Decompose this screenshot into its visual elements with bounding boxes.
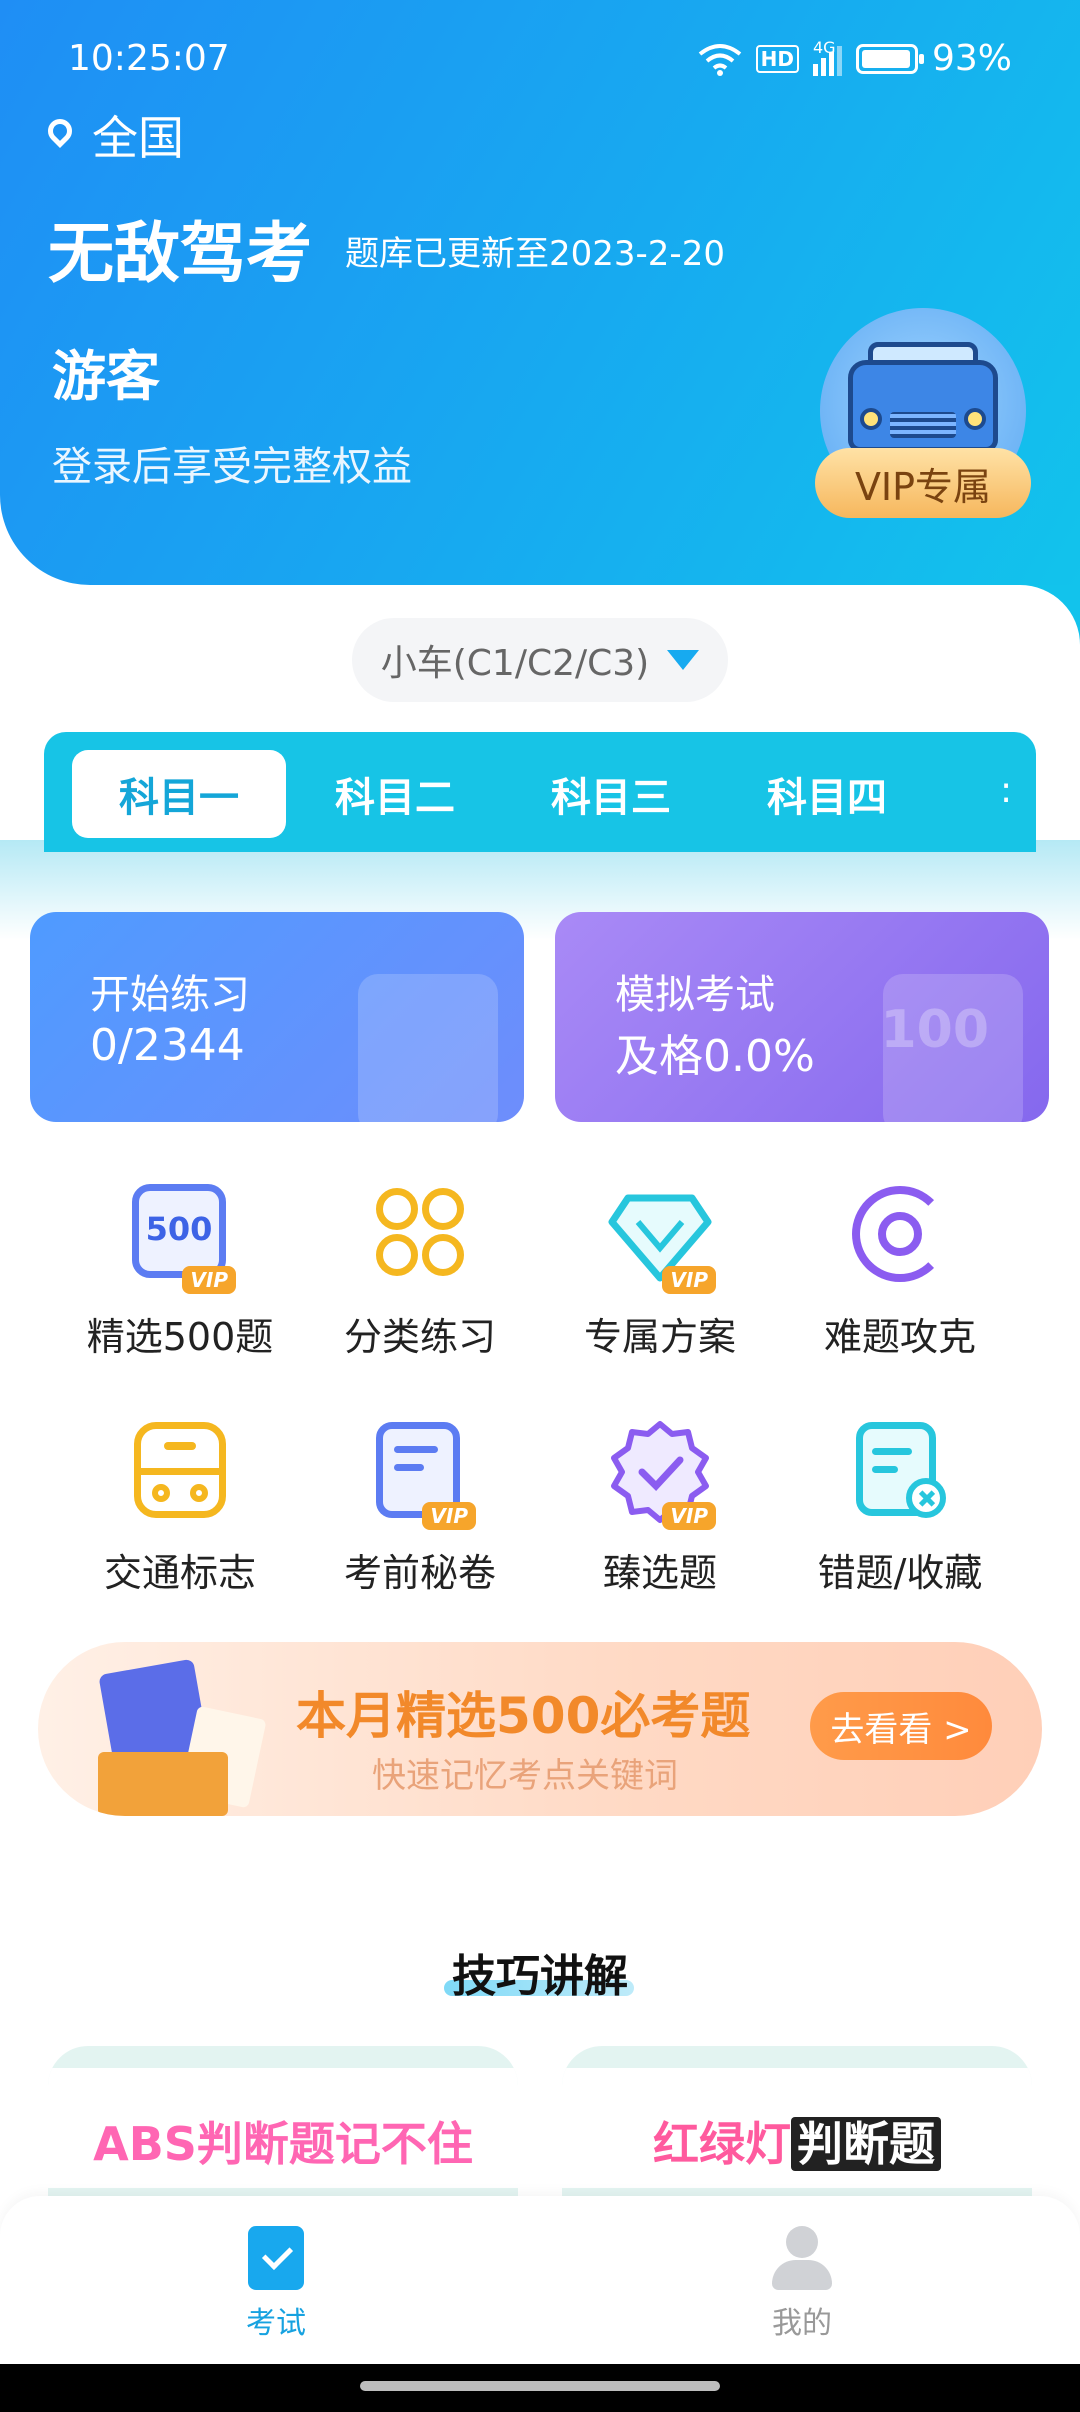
- mock-title: 模拟考试: [615, 972, 775, 1018]
- status-time: 10:25:07: [68, 38, 230, 79]
- tab-more-indicator[interactable]: :: [1000, 770, 1012, 811]
- nav-mine[interactable]: 我的: [702, 2226, 902, 2342]
- mock-pass-rate: 及格0.0%: [615, 1031, 815, 1082]
- start-practice-card[interactable]: 开始练习 0/2344: [30, 912, 524, 1122]
- grid-label: 精选500题: [86, 1315, 274, 1359]
- home-indicator[interactable]: [360, 2381, 720, 2391]
- nav-exam[interactable]: 考试: [176, 2226, 376, 2342]
- tip-card-title: 红绿灯: [653, 2117, 791, 2171]
- signal-icon: 4G: [812, 38, 842, 76]
- grid-label: 考前秘卷: [343, 1551, 496, 1595]
- target-icon: [848, 1184, 952, 1288]
- guest-name[interactable]: 游客: [52, 332, 160, 411]
- question-bank-update: 题库已更新至2023-2-20: [345, 234, 725, 274]
- vip-chip: VIP: [422, 1502, 476, 1530]
- tab-subject-3[interactable]: 科目三: [504, 750, 718, 838]
- banner-go-button[interactable]: 去看看 >: [810, 1692, 992, 1760]
- bottom-navigation: [0, 2196, 1080, 2364]
- promo-banner[interactable]: 本月精选500必考题 快速记忆考点关键词 去看看 >: [38, 1642, 1042, 1816]
- status-bar: 10:25:07 HD 4G 93%: [68, 38, 1012, 88]
- traffic-sign-icon: [128, 1420, 232, 1524]
- hd-icon: HD: [755, 44, 799, 73]
- grid-label: 专属方案: [583, 1315, 736, 1359]
- grid-hard-questions[interactable]: 难题攻克: [780, 1184, 1020, 1361]
- vip-chip: VIP: [662, 1266, 716, 1294]
- tab-subject-2[interactable]: 科目二: [288, 750, 502, 838]
- banner-title: 本月精选500必考题: [296, 1687, 751, 1745]
- verified-badge-icon: VIP: [608, 1420, 716, 1530]
- wrong-questions-icon: [848, 1420, 952, 1524]
- grid-label: 交通标志: [103, 1551, 256, 1595]
- category-icon: [368, 1184, 472, 1288]
- status-icons: HD 4G 93%: [698, 38, 1012, 79]
- grid-traffic-signs[interactable]: 交通标志: [60, 1420, 300, 1597]
- app-title: 无敌驾考: [48, 215, 312, 292]
- grid-label: 臻选题: [602, 1551, 717, 1595]
- grid-exclusive-plan[interactable]: VIP 专属方案: [540, 1184, 780, 1361]
- mock-exam-card[interactable]: 模拟考试 及格0.0% 100: [555, 912, 1049, 1122]
- vip-exclusive-button[interactable]: VIP专属: [815, 448, 1031, 518]
- grid-label: 难题攻克: [823, 1315, 976, 1359]
- exam-icon: [248, 2226, 304, 2290]
- network-type-label: 4G: [812, 37, 836, 57]
- grid-secret-paper[interactable]: VIP 考前秘卷: [300, 1420, 540, 1597]
- location-pin-icon: [48, 119, 72, 151]
- login-tip[interactable]: 登录后享受完整权益: [52, 434, 412, 492]
- car-type-selector[interactable]: 小车(C1/C2/C3): [352, 618, 728, 702]
- nav-mine-label: 我的: [772, 2306, 832, 2341]
- tab-subject-4[interactable]: 科目四: [720, 750, 934, 838]
- box-icon: [98, 1752, 228, 1816]
- tab-subject-1[interactable]: 科目一: [72, 750, 286, 838]
- tips-section-title: 技巧讲解: [452, 1951, 628, 2002]
- tip-card-title: ABS判断题记不住: [93, 2117, 473, 2171]
- diamond-icon: VIP: [608, 1184, 716, 1294]
- vip-chip: VIP: [662, 1502, 716, 1530]
- grid-selected-500[interactable]: 500 VIP 精选500题: [60, 1184, 300, 1361]
- banner-subtitle: 快速记忆考点关键词: [372, 1756, 678, 1796]
- grid-category-practice[interactable]: 分类练习: [300, 1184, 540, 1361]
- document-icon: [358, 974, 498, 1122]
- grid-wrong-and-favorites[interactable]: 错题/收藏: [780, 1420, 1020, 1597]
- location-selector[interactable]: 全国: [48, 102, 184, 168]
- nav-exam-label: 考试: [246, 2306, 306, 2341]
- grid-premium-questions[interactable]: VIP 臻选题: [540, 1420, 780, 1597]
- battery-level: 93%: [931, 38, 1012, 79]
- wifi-icon: [698, 43, 741, 76]
- practice-progress: 0/2344: [90, 1020, 245, 1071]
- user-icon: [772, 2226, 832, 2290]
- app-root: 10:25:07 HD 4G 93% 全国 无敌驾考 题库已更新至2023-2-…: [0, 0, 1080, 2412]
- grid-label: 分类练习: [343, 1315, 496, 1359]
- car-type-label: 小车(C1/C2/C3): [380, 643, 650, 684]
- vip-chip: VIP: [182, 1266, 236, 1294]
- location-label: 全国: [92, 111, 184, 165]
- tip-card-title-dark: 判断题: [791, 2117, 941, 2171]
- practice-title: 开始练习: [90, 972, 250, 1018]
- battery-icon: [855, 43, 924, 74]
- header-curve-mask: [900, 585, 1080, 645]
- score-deco-text: 100: [880, 1000, 989, 1060]
- selected-500-icon: 500 VIP: [128, 1184, 236, 1294]
- grid-label: 错题/收藏: [817, 1551, 983, 1595]
- dropdown-triangle-icon: [667, 650, 700, 670]
- secret-paper-icon: VIP: [368, 1420, 476, 1530]
